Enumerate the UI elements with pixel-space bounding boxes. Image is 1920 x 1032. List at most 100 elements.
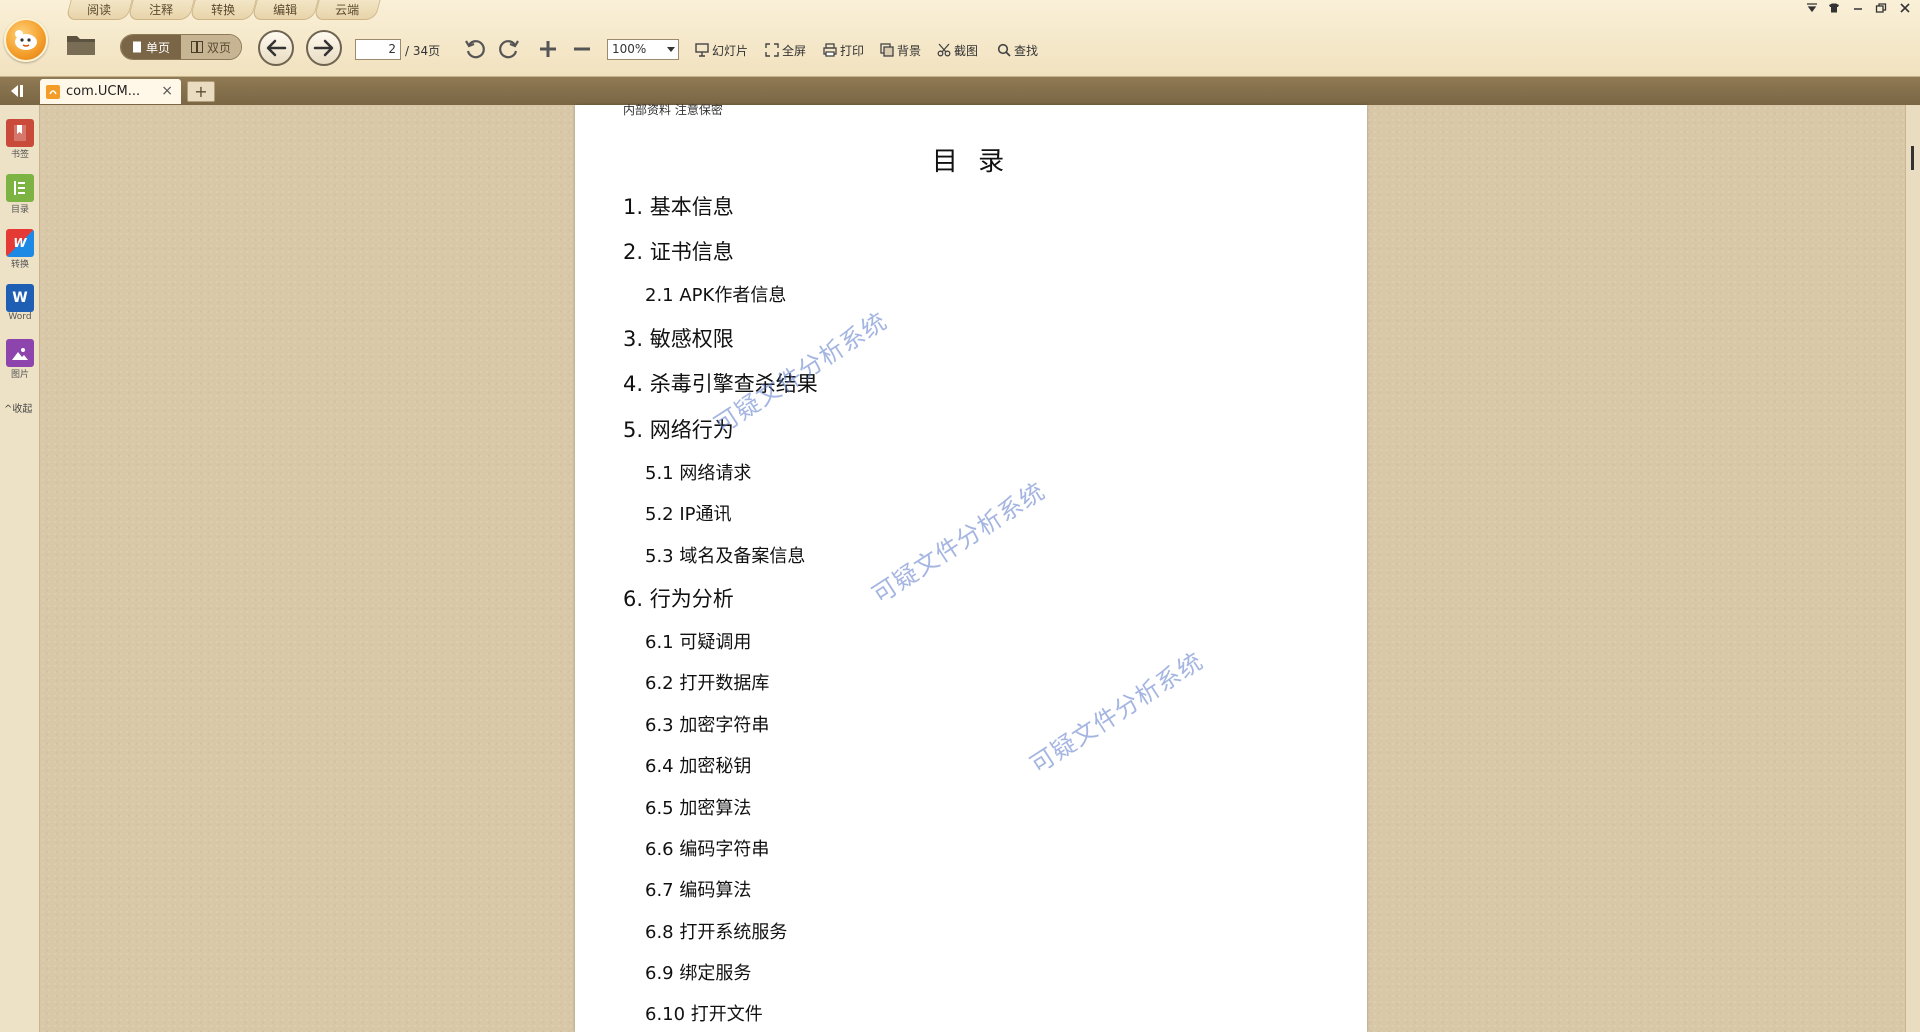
- toc-entry[interactable]: 6.3 加密字符串: [645, 711, 769, 737]
- scrollbar-thumb[interactable]: [1911, 146, 1914, 170]
- toc-entry[interactable]: 1. 基本信息: [623, 191, 734, 221]
- menu-tabs: 阅读 注释 转换 编辑 云端: [65, 0, 381, 20]
- fullscreen-icon: [765, 43, 779, 57]
- toc-entry[interactable]: 5.1 网络请求: [645, 459, 751, 485]
- sidebar-item-label: 转换: [10, 260, 29, 270]
- bookmark-icon: [6, 119, 34, 147]
- page-header-note: 内部资料 注意保密: [623, 103, 723, 117]
- arrow-left-icon: [266, 39, 287, 57]
- toc-entry[interactable]: 6.4 加密秘钥: [645, 752, 751, 778]
- rotate-right-icon[interactable]: [498, 38, 520, 60]
- restore-icon[interactable]: [1872, 2, 1890, 16]
- toc-entry[interactable]: 5.3 域名及备案信息: [645, 542, 805, 568]
- left-sidebar: 书签 目录 W 转换 W Word 图片 ^收起: [0, 105, 40, 1032]
- menu-tab-annotate[interactable]: 注释: [127, 0, 195, 20]
- app-logo-icon[interactable]: [4, 18, 48, 62]
- document-viewport[interactable]: 内部资料 注意保密 目 录 1. 基本信息 2. 证书信息 2.1 APK作者信…: [40, 103, 1905, 1032]
- watermark-text: 可疑文件分析系统: [1025, 646, 1209, 780]
- sidebar-toggle-icon[interactable]: [8, 83, 30, 99]
- toc-entry[interactable]: 6.6 编码字符串: [645, 835, 769, 861]
- tab-close-button[interactable]: ×: [161, 83, 173, 99]
- toc-entry[interactable]: 5.2 IP通讯: [645, 500, 732, 526]
- sidebar-item-label: Word: [8, 312, 32, 322]
- background-button[interactable]: 背景: [880, 41, 921, 59]
- skin-icon[interactable]: [1825, 2, 1843, 16]
- sidebar-item-word[interactable]: W Word: [3, 284, 37, 322]
- sidebar-item-image[interactable]: 图片: [3, 339, 37, 380]
- find-label: 查找: [1014, 43, 1039, 58]
- previous-page-button[interactable]: [258, 30, 294, 66]
- menu-tab-read[interactable]: 阅读: [65, 0, 133, 20]
- toc-entry[interactable]: 6.2 打开数据库: [645, 669, 769, 695]
- search-icon: [997, 43, 1011, 57]
- slideshow-button[interactable]: 幻灯片: [695, 41, 748, 59]
- minimize-icon[interactable]: [1849, 2, 1867, 16]
- background-icon: [880, 43, 894, 57]
- toc-entry[interactable]: 2. 证书信息: [623, 236, 734, 266]
- watermark-text: 可疑文件分析系统: [867, 476, 1051, 610]
- toc-entry[interactable]: 3. 敏感权限: [623, 323, 734, 353]
- pdf-page: 内部资料 注意保密 目 录 1. 基本信息 2. 证书信息 2.1 APK作者信…: [575, 103, 1367, 1032]
- zoom-in-icon[interactable]: [538, 39, 558, 59]
- sidebar-item-convert[interactable]: W 转换: [3, 229, 37, 270]
- menu-tab-edit[interactable]: 编辑: [251, 0, 319, 20]
- sidebar-collapse-button[interactable]: ^收起: [4, 400, 32, 415]
- toc-entry[interactable]: 6.9 绑定服务: [645, 959, 751, 985]
- image-icon: [6, 339, 34, 367]
- background-label: 背景: [897, 43, 922, 58]
- sidebar-item-label: 目录: [10, 205, 29, 215]
- screenshot-label: 截图: [954, 43, 979, 58]
- rotate-left-icon[interactable]: [464, 38, 486, 60]
- toc-entry[interactable]: 6.1 可疑调用: [645, 628, 751, 654]
- zoom-out-icon[interactable]: [572, 39, 592, 59]
- printer-icon: [823, 43, 837, 57]
- toc-entry[interactable]: 6.10 打开文件: [645, 1000, 763, 1026]
- vertical-scrollbar[interactable]: [1905, 105, 1920, 1032]
- word-icon: W: [6, 284, 34, 312]
- sidebar-item-toc[interactable]: 目录: [3, 174, 37, 215]
- page-total-label: / 34页: [405, 44, 441, 58]
- double-page-button[interactable]: 双页: [181, 35, 241, 59]
- document-tab-title: com.UCM...: [66, 84, 141, 99]
- arrow-right-icon: [313, 39, 334, 57]
- toc-entry[interactable]: 6.7 编码算法: [645, 876, 751, 902]
- single-page-icon: [132, 41, 141, 53]
- toc-entry[interactable]: 6.5 加密算法: [645, 794, 751, 820]
- page-number-input[interactable]: 2: [355, 39, 401, 60]
- sidebar-item-bookmarks[interactable]: 书签: [3, 119, 37, 160]
- convert-icon: W: [6, 229, 34, 257]
- sidebar-item-label: 图片: [10, 370, 29, 380]
- scissors-icon: [937, 43, 951, 57]
- open-folder-icon[interactable]: [64, 30, 98, 58]
- fullscreen-button[interactable]: 全屏: [765, 41, 806, 59]
- menu-tab-convert[interactable]: 转换: [189, 0, 257, 20]
- print-label: 打印: [840, 43, 865, 58]
- toc-entry[interactable]: 2.1 APK作者信息: [645, 281, 786, 307]
- menu-tab-cloud[interactable]: 云端: [313, 0, 381, 20]
- pdf-file-icon: [46, 84, 60, 99]
- toc-icon: [6, 174, 34, 202]
- zoom-select[interactable]: 100%: [607, 39, 679, 60]
- menu-dropdown-icon[interactable]: [1803, 2, 1821, 16]
- print-button[interactable]: 打印: [823, 41, 864, 59]
- find-button[interactable]: 查找: [997, 41, 1038, 59]
- toc-title: 目 录: [931, 147, 1011, 177]
- slideshow-label: 幻灯片: [712, 43, 749, 58]
- toc-entry[interactable]: 6.8 打开系统服务: [645, 918, 787, 944]
- single-page-label: 单页: [145, 40, 170, 55]
- view-mode-group: 单页 双页: [120, 34, 242, 60]
- slideshow-icon: [695, 43, 709, 57]
- document-tab-strip: com.UCM... × +: [0, 77, 1920, 105]
- sidebar-item-label: 书签: [10, 150, 29, 160]
- fullscreen-label: 全屏: [782, 43, 807, 58]
- double-page-icon: [190, 41, 203, 53]
- zoom-value: 100%: [612, 42, 647, 56]
- single-page-button[interactable]: 单页: [121, 35, 181, 59]
- chevron-down-icon: [667, 47, 675, 52]
- document-tab[interactable]: com.UCM... ×: [40, 79, 181, 104]
- toc-entry[interactable]: 6. 行为分析: [623, 583, 734, 613]
- close-icon[interactable]: [1896, 2, 1914, 16]
- screenshot-button[interactable]: 截图: [937, 41, 978, 59]
- new-tab-button[interactable]: +: [187, 81, 215, 102]
- next-page-button[interactable]: [306, 30, 342, 66]
